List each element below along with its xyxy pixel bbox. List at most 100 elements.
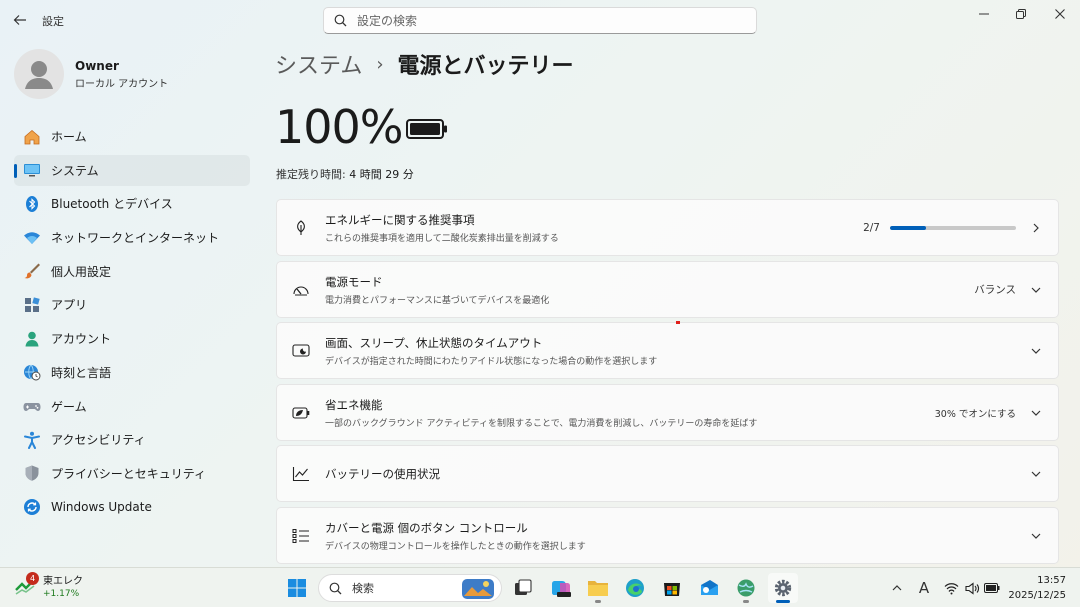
sidebar-item-label: Bluetooth とデバイス: [51, 197, 173, 212]
sidebar-item-privacy[interactable]: プライバシーとセキュリティ: [14, 458, 250, 489]
system-icon: [23, 161, 41, 179]
card-subtitle: 一部のバックグラウンド アクティビティを制限することで、電力消費を削減し、バッテ…: [325, 418, 758, 429]
avatar: [14, 49, 64, 99]
sidebar-item-system[interactable]: システム: [14, 154, 250, 186]
sidebar-item-accessibility[interactable]: アクセシビリティ: [14, 424, 250, 455]
chevron-down-icon: [1028, 343, 1044, 359]
taskbar-copilot[interactable]: [546, 573, 576, 603]
sidebar-item-apps[interactable]: アプリ: [14, 289, 250, 320]
sidebar-item-network[interactable]: ネットワークとインターネット: [14, 222, 250, 253]
title-bar: 設定: [0, 0, 1080, 40]
card-screen-sleep-timeouts[interactable]: 画面、スリープ、休止状態のタイムアウト デバイスが指定された時間にわたりアイドル…: [276, 322, 1059, 379]
shield-icon: [23, 464, 41, 482]
search-highlight-icon: [462, 579, 494, 599]
card-title: 省エネ機能: [325, 397, 383, 412]
card-power-mode[interactable]: 電源モード 電力消費とパフォーマンスに基づいてデバイスを最適化 バランス: [276, 261, 1059, 318]
taskbar-search-box[interactable]: 検索: [318, 574, 502, 602]
ime-mode-indicator[interactable]: A: [914, 568, 934, 607]
globe-clock-icon: [23, 363, 41, 381]
taskbar-edge[interactable]: [620, 573, 650, 603]
settings-search-box[interactable]: [323, 7, 757, 34]
minimize-button[interactable]: [966, 0, 1002, 28]
sidebar-item-personalization[interactable]: 個人用設定: [14, 256, 250, 287]
breadcrumb-parent-link[interactable]: システム: [275, 48, 362, 80]
taskbar-store[interactable]: [657, 573, 687, 603]
profile-account-type: ローカル アカウント: [75, 78, 169, 90]
sidebar-item-label: ゲーム: [51, 399, 87, 414]
card-title: バッテリーの使用状況: [325, 466, 440, 481]
sidebar-item-label: システム: [51, 163, 99, 178]
bluetooth-icon: [23, 195, 41, 213]
battery-icon: [984, 583, 1000, 593]
taskbar-network-app[interactable]: [731, 573, 761, 603]
remaining-value: 4 時間 29 分: [349, 168, 414, 181]
outlook-icon: [701, 580, 718, 595]
sidebar-item-label: 個人用設定: [51, 264, 112, 279]
running-indicator: [595, 600, 601, 603]
sidebar-item-gaming[interactable]: ゲーム: [14, 391, 250, 422]
taskbar-outlook[interactable]: [694, 573, 724, 603]
clock-time: 13:57: [1037, 575, 1066, 586]
taskbar-file-explorer[interactable]: [583, 573, 613, 603]
running-indicator: [776, 600, 790, 603]
restore-button[interactable]: [1003, 0, 1039, 28]
user-profile[interactable]: Owner ローカル アカウント: [14, 49, 168, 99]
edge-browser-icon: [626, 579, 644, 597]
start-button[interactable]: [282, 573, 312, 603]
card-subtitle: これらの推奨事項を適用して二酸化炭素排出量を削減する: [325, 233, 559, 244]
wifi-status[interactable]: [942, 568, 960, 607]
sidebar-item-windows-update[interactable]: Windows Update: [14, 492, 250, 523]
task-view-icon: [515, 579, 532, 595]
card-energy-saver[interactable]: 省エネ機能 一部のバックグラウンド アクティビティを制限することで、電力消費を削…: [276, 384, 1059, 441]
taskbar-search-label: 検索: [352, 582, 374, 595]
close-button[interactable]: [1042, 0, 1078, 28]
sidebar-item-time-language[interactable]: 時刻と言語: [14, 357, 250, 388]
gamepad-icon: [23, 397, 41, 415]
sidebar-item-home[interactable]: ホーム: [14, 121, 250, 152]
energy-saver-threshold: 30% でオンにする: [934, 408, 1016, 420]
page-title: 電源とバッテリー: [397, 54, 574, 79]
chevron-down-icon: [1028, 528, 1044, 544]
folder-icon: [588, 581, 608, 596]
show-hidden-icons-button[interactable]: [889, 568, 905, 607]
card-title: 画面、スリープ、休止状態のタイムアウト: [325, 335, 543, 350]
taskbar-clock[interactable]: 13:57 2025/12/25: [1008, 573, 1066, 603]
chevron-down-icon: [1028, 282, 1044, 298]
card-subtitle: デバイスが指定された時間にわたりアイドル状態になった場合の動作を選択します: [325, 356, 658, 367]
chevron-down-icon: [1028, 466, 1044, 482]
apps-icon: [23, 296, 41, 314]
power-mode-dropdown[interactable]: バランス: [974, 282, 1016, 297]
home-icon: [23, 128, 41, 146]
stock-widget[interactable]: 4 東エレク +1.17%: [14, 572, 83, 599]
progress-fill: [890, 225, 926, 230]
globe-app-icon: [737, 579, 755, 597]
close-icon: [1055, 9, 1065, 19]
leaf-icon: [277, 219, 325, 236]
sidebar-item-accounts[interactable]: アカウント: [14, 323, 250, 354]
taskbar-task-view[interactable]: [508, 573, 538, 603]
brush-icon: [23, 262, 41, 280]
card-subtitle: 電力消費とパフォーマンスに基づいてデバイスを最適化: [325, 295, 550, 306]
back-button[interactable]: [10, 10, 30, 30]
speaker-icon: [964, 581, 979, 595]
card-energy-recommendations[interactable]: エネルギーに関する推奨事項 これらの推奨事項を適用して二酸化炭素排出量を削減する…: [276, 199, 1059, 256]
account-icon: [23, 330, 41, 348]
card-subtitle: デバイスの物理コントロールを操作したときの動作を選択します: [325, 541, 586, 552]
gear-icon: [774, 579, 792, 597]
user-avatar-icon: [25, 61, 53, 89]
card-battery-usage[interactable]: バッテリーの使用状況: [276, 445, 1059, 502]
clock-date: 2025/12/25: [1008, 590, 1066, 601]
volume-status[interactable]: [963, 568, 981, 607]
search-icon: [329, 582, 342, 594]
restore-icon: [1016, 9, 1026, 19]
settings-search-input[interactable]: [357, 13, 737, 28]
copilot-icon: [552, 581, 571, 597]
card-lid-power-button-controls[interactable]: カバーと電源 個のボタン コントロール デバイスの物理コントロールを操作したとき…: [276, 507, 1059, 564]
sidebar-item-bluetooth[interactable]: Bluetooth とデバイス: [14, 188, 250, 219]
stock-change: +1.17%: [43, 589, 80, 599]
card-title: 電源モード: [325, 274, 383, 289]
breadcrumb-separator: ›: [376, 53, 384, 75]
battery-full-icon: [406, 118, 448, 144]
battery-status[interactable]: [983, 568, 1001, 607]
taskbar-settings[interactable]: [768, 573, 798, 603]
